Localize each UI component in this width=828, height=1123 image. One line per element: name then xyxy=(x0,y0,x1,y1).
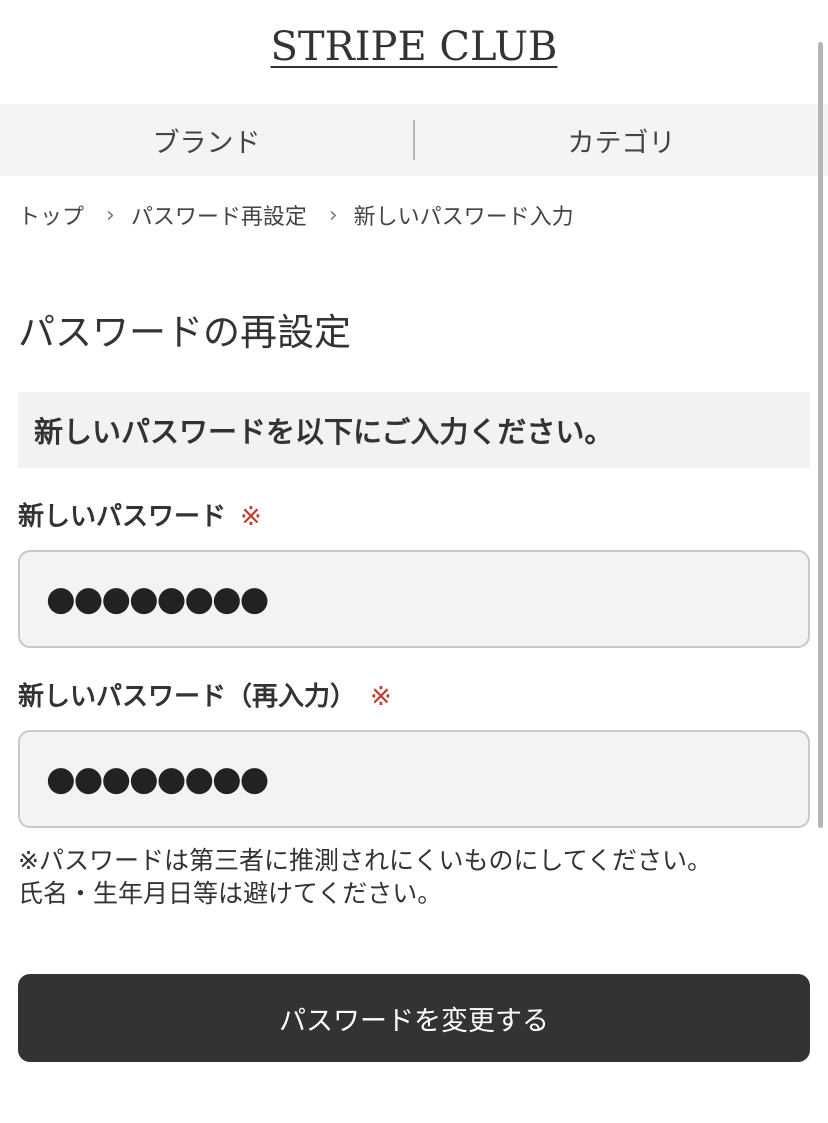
required-mark: ※ xyxy=(240,502,262,532)
chevron-right-icon: › xyxy=(106,202,115,228)
breadcrumb-link-password-reset[interactable]: パスワード再設定 xyxy=(131,199,307,231)
breadcrumb-current: 新しいパスワード入力 xyxy=(353,205,574,230)
site-logo[interactable]: STRIPE CLUB xyxy=(271,24,558,70)
chevron-right-icon: › xyxy=(328,202,338,228)
scrollbar[interactable] xyxy=(818,42,823,828)
new-password-value: ●●●●●●●● xyxy=(46,579,269,619)
new-password-label: 新しいパスワード ※ xyxy=(18,498,810,536)
global-nav: ブランド カテゴリ xyxy=(0,104,828,176)
nav-item-category[interactable]: カテゴリ xyxy=(415,121,828,160)
breadcrumb-link-top[interactable]: トップ xyxy=(18,199,84,231)
site-header: STRIPE CLUB xyxy=(0,0,828,104)
breadcrumb: トップ › パスワード再設定 › 新しいパスワード入力 xyxy=(0,176,828,254)
confirm-password-value: ●●●●●●●● xyxy=(46,759,269,799)
change-password-button[interactable]: パスワードを変更する xyxy=(18,974,810,1062)
confirm-password-label: 新しいパスワード（再入力） ※ xyxy=(18,678,810,716)
instruction-banner: 新しいパスワードを以下にご入力ください。 xyxy=(18,392,810,468)
new-password-input[interactable]: ●●●●●●●● xyxy=(18,550,810,648)
password-note: ※パスワードは第三者に推測されにくいものにしてください。 氏名・生年月日等は避け… xyxy=(18,844,810,910)
required-mark: ※ xyxy=(370,682,392,712)
nav-item-brand[interactable]: ブランド xyxy=(0,121,413,160)
page-title: パスワードの再設定 xyxy=(18,311,351,354)
password-note-line: 氏名・生年月日等は避けてください。 xyxy=(18,879,443,908)
confirm-password-label-text: 新しいパスワード（再入力） xyxy=(18,682,357,712)
password-note-line: ※パスワードは第三者に推測されにくいものにしてください。 xyxy=(18,846,712,875)
confirm-password-input[interactable]: ●●●●●●●● xyxy=(18,730,810,828)
new-password-label-text: 新しいパスワード xyxy=(18,502,227,532)
page: STRIPE CLUB ブランド カテゴリ トップ › パスワード再設定 › 新… xyxy=(0,0,828,1123)
